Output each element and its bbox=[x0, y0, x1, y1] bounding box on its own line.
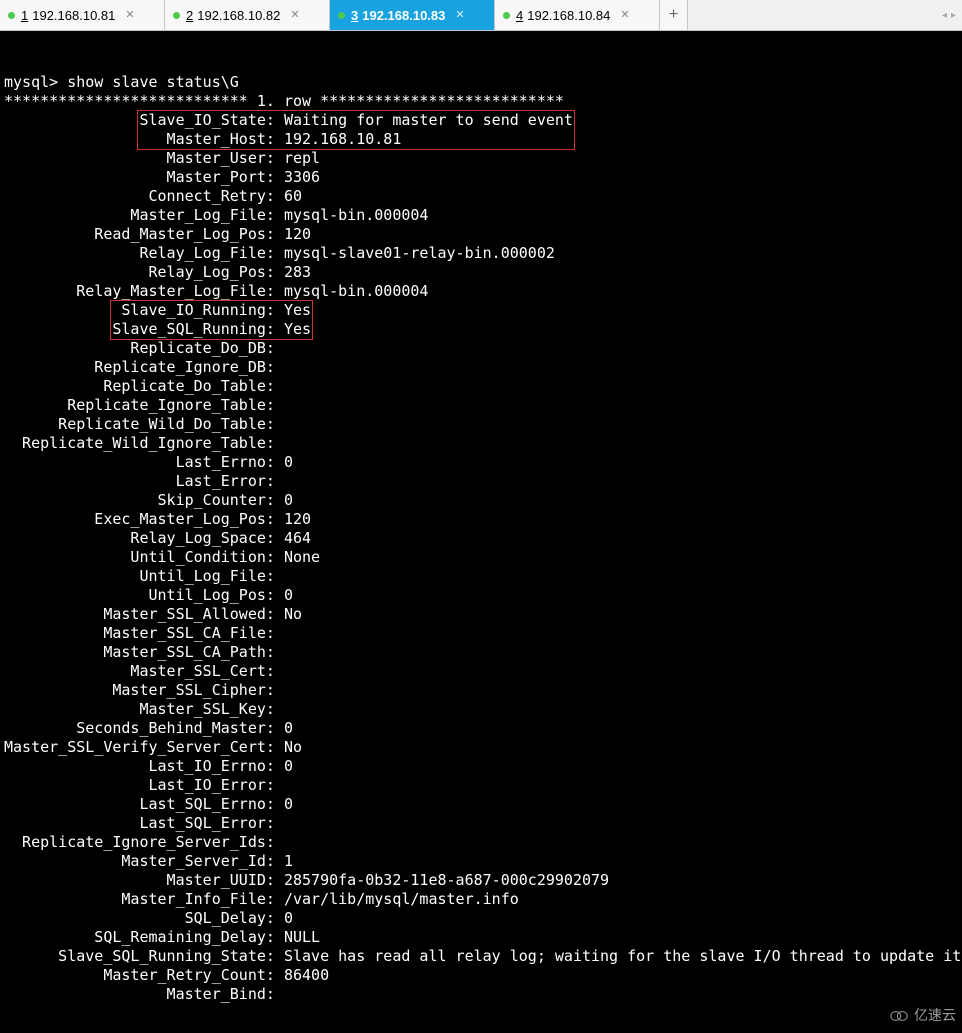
status-row-Replicate_Ignore_Server_Ids: Replicate_Ignore_Server_Ids: bbox=[4, 833, 958, 852]
status-row-Master_Host: Master_Host: 192.168.10.81 bbox=[4, 130, 958, 149]
status-row-Master_Bind: Master_Bind: bbox=[4, 985, 958, 1004]
status-row-Slave_SQL_Running: Slave_SQL_Running: Yes bbox=[4, 320, 958, 339]
status-row-Slave_SQL_Running_State: Slave_SQL_Running_State: Slave has read … bbox=[4, 947, 958, 966]
tab-label: 4192.168.10.84 bbox=[516, 8, 610, 23]
terminal-prompt-line: mysql> show slave status\G bbox=[4, 73, 958, 92]
status-row-Last_Error: Last_Error: bbox=[4, 472, 958, 491]
tab-192.168.10.83[interactable]: 3192.168.10.83 ✕ bbox=[330, 0, 495, 30]
status-row-Master_SSL_CA_File: Master_SSL_CA_File: bbox=[4, 624, 958, 643]
watermark-text: 亿速云 bbox=[914, 1006, 956, 1025]
status-row-Read_Master_Log_Pos: Read_Master_Log_Pos: 120 bbox=[4, 225, 958, 244]
status-row-Last_IO_Errno: Last_IO_Errno: 0 bbox=[4, 757, 958, 776]
status-row-SQL_Remaining_Delay: SQL_Remaining_Delay: NULL bbox=[4, 928, 958, 947]
tab-192.168.10.81[interactable]: 1192.168.10.81 ✕ bbox=[0, 0, 165, 30]
status-row-Master_User: Master_User: repl bbox=[4, 149, 958, 168]
status-row-Seconds_Behind_Master: Seconds_Behind_Master: 0 bbox=[4, 719, 958, 738]
tab-192.168.10.84[interactable]: 4192.168.10.84 ✕ bbox=[495, 0, 660, 30]
terminal-output[interactable]: mysql> show slave status\G**************… bbox=[0, 31, 962, 1033]
status-row-Until_Log_File: Until_Log_File: bbox=[4, 567, 958, 586]
status-row-Exec_Master_Log_Pos: Exec_Master_Log_Pos: 120 bbox=[4, 510, 958, 529]
status-row-Replicate_Ignore_DB: Replicate_Ignore_DB: bbox=[4, 358, 958, 377]
status-row-Master_SSL_Cert: Master_SSL_Cert: bbox=[4, 662, 958, 681]
terminal-row-header: *************************** 1. row *****… bbox=[4, 92, 958, 111]
watermark: 亿速云 bbox=[888, 1006, 956, 1025]
status-row-Replicate_Ignore_Table: Replicate_Ignore_Table: bbox=[4, 396, 958, 415]
status-row-Relay_Master_Log_File: Relay_Master_Log_File: mysql-bin.000004 bbox=[4, 282, 958, 301]
status-row-Relay_Log_Pos: Relay_Log_Pos: 283 bbox=[4, 263, 958, 282]
status-row-Skip_Counter: Skip_Counter: 0 bbox=[4, 491, 958, 510]
status-dot-icon bbox=[338, 12, 345, 19]
close-icon[interactable]: ✕ bbox=[125, 10, 134, 21]
status-dot-icon bbox=[503, 12, 510, 19]
status-dot-icon bbox=[8, 12, 15, 19]
status-row-Last_SQL_Errno: Last_SQL_Errno: 0 bbox=[4, 795, 958, 814]
status-row-Last_Errno: Last_Errno: 0 bbox=[4, 453, 958, 472]
status-row-Master_SSL_Cipher: Master_SSL_Cipher: bbox=[4, 681, 958, 700]
tab-label: 1192.168.10.81 bbox=[21, 8, 115, 23]
status-row-Relay_Log_File: Relay_Log_File: mysql-slave01-relay-bin.… bbox=[4, 244, 958, 263]
close-icon[interactable]: ✕ bbox=[620, 10, 629, 21]
status-row-Replicate_Do_DB: Replicate_Do_DB: bbox=[4, 339, 958, 358]
status-row-Relay_Log_Space: Relay_Log_Space: 464 bbox=[4, 529, 958, 548]
tab-label: 2192.168.10.82 bbox=[186, 8, 280, 23]
status-row-Master_UUID: Master_UUID: 285790fa-0b32-11e8-a687-000… bbox=[4, 871, 958, 890]
status-row-Until_Condition: Until_Condition: None bbox=[4, 548, 958, 567]
status-row-Master_SSL_CA_Path: Master_SSL_CA_Path: bbox=[4, 643, 958, 662]
tab-nav: ◂▸ bbox=[936, 0, 962, 30]
status-row-Master_Port: Master_Port: 3306 bbox=[4, 168, 958, 187]
status-row-Master_SSL_Verify_Server_Cert: Master_SSL_Verify_Server_Cert: No bbox=[4, 738, 958, 757]
status-row-Replicate_Do_Table: Replicate_Do_Table: bbox=[4, 377, 958, 396]
close-icon[interactable]: ✕ bbox=[455, 10, 464, 21]
close-icon[interactable]: ✕ bbox=[290, 10, 299, 21]
status-row-Until_Log_Pos: Until_Log_Pos: 0 bbox=[4, 586, 958, 605]
new-tab-button[interactable]: + bbox=[660, 0, 688, 30]
status-row-Master_Log_File: Master_Log_File: mysql-bin.000004 bbox=[4, 206, 958, 225]
status-row-Slave_IO_Running: Slave_IO_Running: Yes bbox=[4, 301, 958, 320]
status-row-Replicate_Wild_Do_Table: Replicate_Wild_Do_Table: bbox=[4, 415, 958, 434]
status-row-Master_Info_File: Master_Info_File: /var/lib/mysql/master.… bbox=[4, 890, 958, 909]
status-row-Slave_IO_State: Slave_IO_State: Waiting for master to se… bbox=[4, 111, 958, 130]
status-row-Connect_Retry: Connect_Retry: 60 bbox=[4, 187, 958, 206]
tab-bar: 1192.168.10.81✕2192.168.10.82✕3192.168.1… bbox=[0, 0, 962, 31]
status-row-Master_Server_Id: Master_Server_Id: 1 bbox=[4, 852, 958, 871]
status-row-SQL_Delay: SQL_Delay: 0 bbox=[4, 909, 958, 928]
nav-left-icon[interactable]: ◂ bbox=[942, 10, 947, 21]
tab-label: 3192.168.10.83 bbox=[351, 8, 445, 23]
status-row-Last_SQL_Error: Last_SQL_Error: bbox=[4, 814, 958, 833]
tab-192.168.10.82[interactable]: 2192.168.10.82 ✕ bbox=[165, 0, 330, 30]
status-row-Master_SSL_Key: Master_SSL_Key: bbox=[4, 700, 958, 719]
status-row-Master_SSL_Allowed: Master_SSL_Allowed: No bbox=[4, 605, 958, 624]
nav-right-icon[interactable]: ▸ bbox=[951, 10, 956, 21]
status-row-Replicate_Wild_Ignore_Table: Replicate_Wild_Ignore_Table: bbox=[4, 434, 958, 453]
status-row-Last_IO_Error: Last_IO_Error: bbox=[4, 776, 958, 795]
status-dot-icon bbox=[173, 12, 180, 19]
status-row-Master_Retry_Count: Master_Retry_Count: 86400 bbox=[4, 966, 958, 985]
